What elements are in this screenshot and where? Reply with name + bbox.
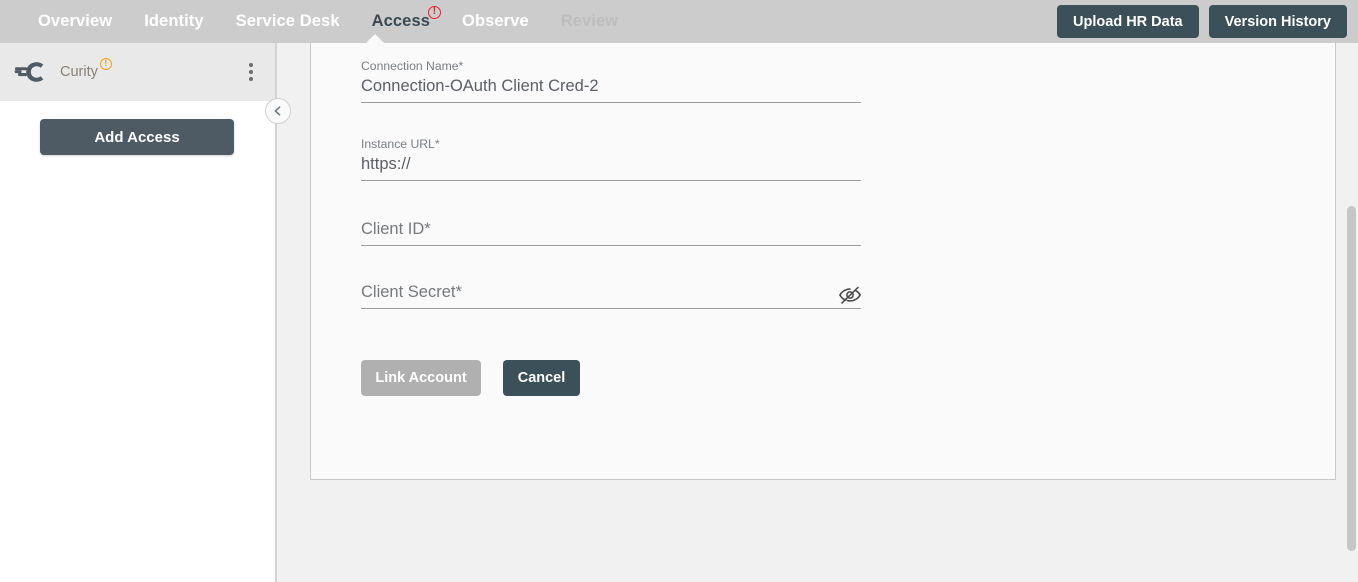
nav-item-list: Overview Identity Service Desk Access ! … [0,0,634,43]
kebab-dot [249,63,253,67]
chevron-left-icon [274,106,281,116]
top-nav-actions: Upload HR Data Version History [1057,0,1347,43]
connection-name-input[interactable]: Connection-OAuth Client Cred-2 [361,73,861,102]
field-underline [361,308,861,309]
nav-item-overview[interactable]: Overview [22,0,128,43]
vertical-scrollbar-track[interactable] [1345,43,1358,582]
vertical-scrollbar-thumb[interactable] [1347,206,1356,551]
sidebar-item-curity[interactable]: Curity ! [0,43,275,101]
nav-item-label: Observe [462,12,529,30]
add-access-container: Add Access [0,101,275,155]
nav-item-identity[interactable]: Identity [128,0,219,43]
cancel-button[interactable]: Cancel [503,360,580,396]
nav-item-label: Identity [144,12,204,30]
form-action-buttons: Link Account Cancel [361,360,861,396]
main-content-area: Connection Name* Connection-OAuth Client… [279,43,1358,582]
field-underline [361,102,861,103]
sidebar-connection-name: Curity [60,64,98,80]
active-tab-caret-icon [366,34,384,43]
kebab-dot [249,77,253,81]
nav-item-label: Access [371,12,431,30]
kebab-menu-icon[interactable] [249,63,253,81]
field-instance-url: Instance URL* https:// [361,137,861,181]
eye-off-icon[interactable] [839,284,861,306]
client-id-input[interactable]: Client ID* [361,216,861,245]
nav-item-review[interactable]: Review [545,0,634,43]
kebab-dot [249,70,253,74]
curity-logo-icon [14,62,44,82]
field-underline [361,245,861,246]
upload-hr-data-button[interactable]: Upload HR Data [1057,5,1199,38]
instance-url-input[interactable]: https:// [361,151,861,180]
version-history-button[interactable]: Version History [1208,5,1347,38]
client-secret-row: Client Secret* [361,279,861,308]
nav-item-label: Overview [38,12,113,30]
alert-badge-icon: ! [428,6,442,19]
collapse-sidebar-button[interactable] [265,98,291,124]
connection-form-card: Connection Name* Connection-OAuth Client… [310,43,1336,480]
top-navigation-bar: Overview Identity Service Desk Access ! … [0,0,1358,43]
warning-badge-icon: ! [99,58,112,70]
nav-item-service-desk[interactable]: Service Desk [220,0,356,43]
nav-item-label: Review [560,12,619,30]
oauth-connection-form: Connection Name* Connection-OAuth Client… [361,59,861,396]
field-client-secret: Client Secret* [361,279,861,309]
client-secret-input[interactable]: Client Secret* [361,279,462,308]
sidebar: Curity ! Add Access [0,43,277,582]
field-client-id: Client ID* [361,216,861,246]
nav-item-label: Service Desk [235,12,340,30]
sidebar-item-label: Curity ! [60,58,112,80]
field-underline [361,180,861,181]
field-label: Connection Name* [361,59,464,73]
field-label: Instance URL* [361,137,440,151]
link-account-button[interactable]: Link Account [361,360,481,396]
add-access-button[interactable]: Add Access [40,119,234,155]
app-root: Overview Identity Service Desk Access ! … [0,0,1358,582]
nav-item-observe[interactable]: Observe [446,0,545,43]
field-connection-name: Connection Name* Connection-OAuth Client… [361,59,861,103]
